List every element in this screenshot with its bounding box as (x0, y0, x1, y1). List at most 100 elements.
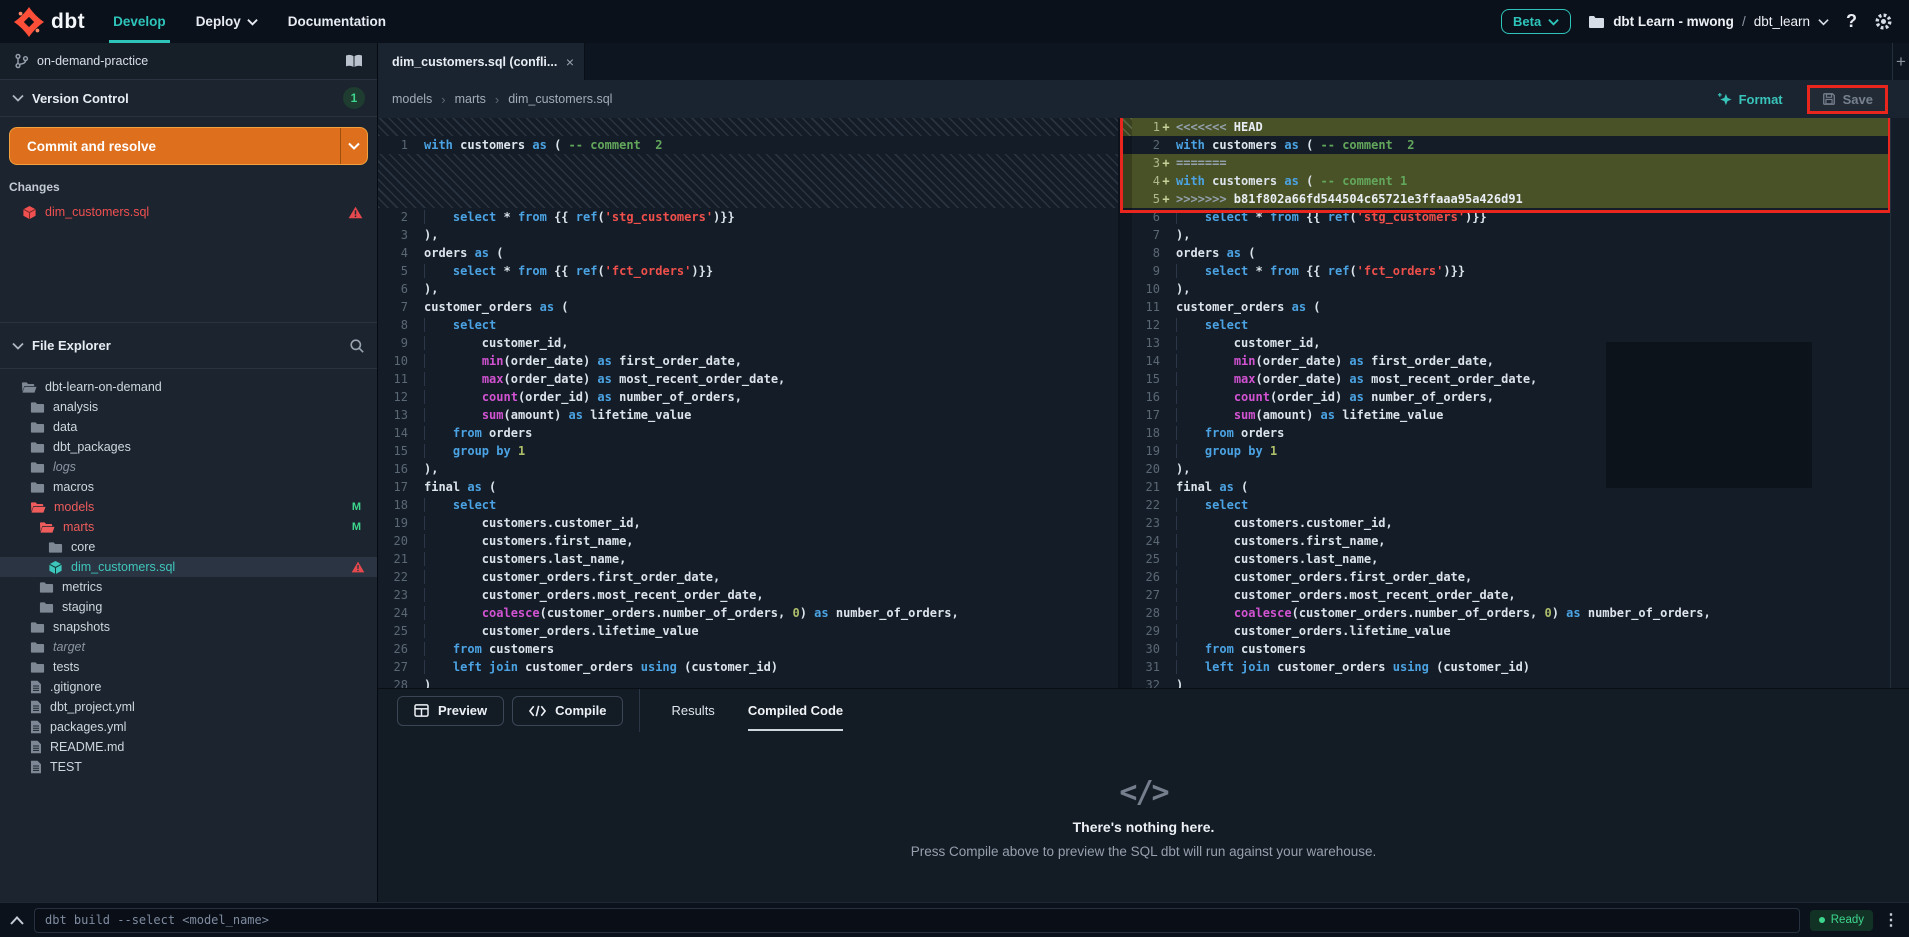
tree-item-readme-md[interactable]: README.md (0, 737, 377, 757)
code-line[interactable]: 16 count(order_id) as number_of_orders, (1120, 388, 1890, 406)
code-line[interactable]: 24 coalesce(customer_orders.number_of_or… (378, 604, 1118, 622)
code-line[interactable]: 28) (378, 676, 1118, 688)
code-line[interactable]: 3), (378, 226, 1118, 244)
changed-file-row[interactable]: dim_customers.sql (0, 202, 377, 222)
code-line[interactable]: 23 customers.customer_id, (1120, 514, 1890, 532)
code-line[interactable]: 13 sum(amount) as lifetime_value (378, 406, 1118, 424)
breadcrumb-file[interactable]: dim_customers.sql (508, 92, 612, 106)
code-line[interactable]: 7customer_orders as ( (378, 298, 1118, 316)
tab-close-icon[interactable]: × (566, 54, 574, 70)
command-input[interactable] (34, 908, 1800, 933)
nav-tab-develop[interactable]: Develop (113, 0, 166, 43)
compile-button[interactable]: Compile (512, 696, 623, 726)
code-line[interactable]: 28 coalesce(customer_orders.number_of_or… (1120, 604, 1890, 622)
tree-item-packages-yml[interactable]: packages.yml (0, 717, 377, 737)
code-line[interactable]: 20 customers.first_name, (378, 532, 1118, 550)
tree-item-core[interactable]: core (0, 537, 377, 557)
format-button[interactable]: Format (1717, 92, 1783, 107)
code-line[interactable]: 21 customers.last_name, (378, 550, 1118, 568)
commit-and-resolve-button[interactable]: Commit and resolve (9, 127, 368, 165)
code-line[interactable]: 26 from customers (378, 640, 1118, 658)
code-line[interactable]: 7), (1120, 226, 1890, 244)
code-line[interactable]: 6), (378, 280, 1118, 298)
code-line[interactable]: 8orders as ( (1120, 244, 1890, 262)
code-line[interactable]: 6 select * from {{ ref('stg_customers')}… (1120, 208, 1890, 226)
code-line[interactable]: 9 select * from {{ ref('fct_orders')}} (1120, 262, 1890, 280)
code-line[interactable]: 20), (1120, 460, 1890, 478)
code-line[interactable]: 18 from orders (1120, 424, 1890, 442)
tree-item-dbt-packages[interactable]: dbt_packages (0, 437, 377, 457)
code-line[interactable]: 1+<<<<<<< HEAD (1120, 118, 1890, 136)
code-line[interactable]: 2with customers as ( -- comment 2 (1120, 136, 1890, 154)
code-line[interactable]: 13 customer_id, (1120, 334, 1890, 352)
code-line[interactable]: 24 customers.first_name, (1120, 532, 1890, 550)
code-line[interactable]: 10 min(order_date) as first_order_date, (378, 352, 1118, 370)
tree-item-staging[interactable]: staging (0, 597, 377, 617)
code-line[interactable]: 32) (1120, 676, 1890, 688)
code-line[interactable]: 23 customer_orders.most_recent_order_dat… (378, 586, 1118, 604)
nav-tab-documentation[interactable]: Documentation (288, 0, 386, 43)
code-line[interactable]: 21final as ( (1120, 478, 1890, 496)
editor-tab-dim-customers[interactable]: dim_customers.sql (confli... × (378, 43, 585, 80)
tree-item-dim-customers-sql[interactable]: dim_customers.sql (0, 557, 377, 577)
commit-options-caret[interactable] (340, 128, 367, 164)
code-line[interactable]: 14 min(order_date) as first_order_date, (1120, 352, 1890, 370)
file-explorer-header[interactable]: File Explorer (0, 322, 377, 369)
tree-item-test[interactable]: TEST (0, 757, 377, 777)
tree-item-logs[interactable]: logs (0, 457, 377, 477)
tree-item-analysis[interactable]: analysis (0, 397, 377, 417)
code-line[interactable]: 27 left join customer_orders using (cust… (378, 658, 1118, 676)
code-line[interactable]: 14 from orders (378, 424, 1118, 442)
code-line[interactable]: 27 customer_orders.most_recent_order_dat… (1120, 586, 1890, 604)
tree-item-data[interactable]: data (0, 417, 377, 437)
code-line[interactable]: 15 max(order_date) as most_recent_order_… (1120, 370, 1890, 388)
breadcrumb-models[interactable]: models (392, 92, 432, 106)
dbt-logo[interactable]: dbt (14, 7, 85, 37)
code-line[interactable]: 5 select * from {{ ref('fct_orders')}} (378, 262, 1118, 280)
code-line[interactable]: 29 customer_orders.lifetime_value (1120, 622, 1890, 640)
tree-item-dbt-learn-on-demand[interactable]: dbt-learn-on-demand (0, 377, 377, 397)
docs-book-icon[interactable] (345, 54, 363, 68)
code-line[interactable]: 8 select (378, 316, 1118, 334)
code-line[interactable]: 18 select (378, 496, 1118, 514)
version-control-header[interactable]: Version Control 1 (0, 80, 377, 117)
preview-button[interactable]: Preview (397, 696, 504, 726)
panel-tab-results[interactable]: Results (671, 689, 714, 732)
code-line[interactable]: 25 customers.last_name, (1120, 550, 1890, 568)
code-line[interactable]: 10), (1120, 280, 1890, 298)
nav-tab-deploy[interactable]: Deploy (196, 0, 258, 43)
diff-pane-current[interactable]: 1with customers as ( -- comment 2 2 selec… (378, 118, 1120, 688)
code-line[interactable]: 9 customer_id, (378, 334, 1118, 352)
code-line[interactable]: 26 customer_orders.first_order_date, (1120, 568, 1890, 586)
tree-item-snapshots[interactable]: snapshots (0, 617, 377, 637)
kebab-menu-icon[interactable]: ⋮ (1883, 910, 1899, 930)
code-line[interactable]: 5+>>>>>>> b81f802a66fd544504c65721e3ffaa… (1120, 190, 1890, 208)
tree-item-macros[interactable]: macros (0, 477, 377, 497)
code-line[interactable]: 12 select (1120, 316, 1890, 334)
code-line[interactable]: 30 from customers (1120, 640, 1890, 658)
code-line[interactable]: 1with customers as ( -- comment 2 (378, 136, 1118, 154)
code-line[interactable]: 11 max(order_date) as most_recent_order_… (378, 370, 1118, 388)
code-line[interactable]: 16), (378, 460, 1118, 478)
breadcrumb-marts[interactable]: marts (455, 92, 486, 106)
code-line[interactable]: 11customer_orders as ( (1120, 298, 1890, 316)
project-selector[interactable]: dbt Learn - mwong / dbt_learn (1588, 14, 1829, 29)
code-line[interactable]: 25 customer_orders.lifetime_value (378, 622, 1118, 640)
tree-item-metrics[interactable]: metrics (0, 577, 377, 597)
settings-gear-icon[interactable] (1874, 12, 1893, 31)
help-icon[interactable]: ? (1846, 11, 1857, 32)
file-search-icon[interactable] (349, 338, 365, 354)
code-line[interactable]: 4orders as ( (378, 244, 1118, 262)
code-line[interactable]: 19 group by 1 (1120, 442, 1890, 460)
code-line[interactable]: 2 select * from {{ ref('stg_customers')}… (378, 208, 1118, 226)
code-line[interactable]: 31 left join customer_orders using (cust… (1120, 658, 1890, 676)
tree-item-models[interactable]: modelsM (0, 497, 377, 517)
diff-pane-incoming[interactable]: 1+<<<<<<< HEAD2with customers as ( -- co… (1120, 118, 1890, 688)
code-line[interactable]: 15 group by 1 (378, 442, 1118, 460)
chevron-up-icon[interactable] (10, 916, 24, 925)
new-tab-icon[interactable]: + (1892, 43, 1909, 80)
code-line[interactable]: 22 select (1120, 496, 1890, 514)
save-button[interactable]: Save (1807, 85, 1888, 114)
tree-item-marts[interactable]: martsM (0, 517, 377, 537)
code-line[interactable]: 22 customer_orders.first_order_date, (378, 568, 1118, 586)
